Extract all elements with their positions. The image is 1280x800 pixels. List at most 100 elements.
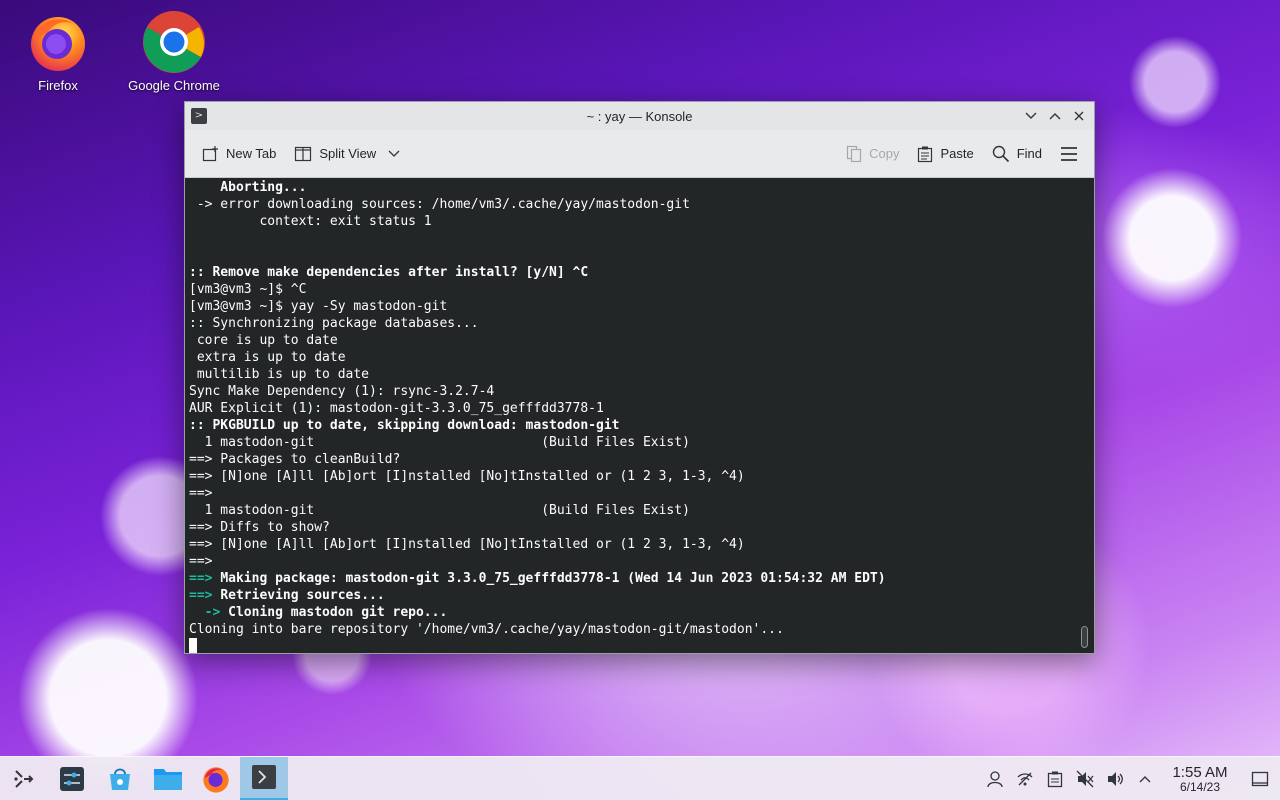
terminal-line-making-package: ==> Making package: mastodon-git 3.3.0_7… [189,570,1094,587]
desktop-icon-google-chrome[interactable]: Google Chrome [119,10,229,93]
clock-date: 6/14/23 [1179,779,1221,794]
terminal-line-text: Cloning mastodon git repo... [228,605,448,620]
minimize-button[interactable] [1020,106,1042,126]
terminal-line-text: Making package: mastodon-git 3.3.0_75_ge… [220,571,886,586]
search-icon [992,145,1009,162]
show-desktop-icon [1251,771,1269,787]
volume-icon [1108,772,1123,786]
terminal-line: ==> Packages to cleanBuild? [189,452,401,467]
firefox-launcher[interactable] [192,757,240,800]
terminal-line: :: Synchronizing package databases... [189,316,479,331]
chevron-down-icon [1025,112,1037,119]
application-launcher-icon [14,769,34,788]
terminal-line: ==> [N]one [A]ll [Ab]ort [I]nstalled [No… [189,469,745,484]
konsole-task-button[interactable] [240,756,288,800]
desktop-icon-firefox[interactable]: Firefox [3,10,113,93]
konsole-window: > ~ : yay — Konsole New Tab Split View C… [184,101,1095,654]
terminal-line: ==> [189,486,221,501]
terminal-line: [vm3@vm3 ~]$ yay -Sy mastodon-git [189,299,448,314]
desktop-icon-label: Firefox [38,78,78,93]
user-tray-button[interactable] [980,757,1010,800]
close-button[interactable] [1068,106,1090,126]
window-title: ~ : yay — Konsole [586,108,693,124]
firefox-icon [203,766,229,793]
settings-icon [60,766,84,791]
show-hidden-tray-button[interactable] [1130,757,1160,800]
chevron-up-icon [1049,113,1061,120]
new-tab-icon [202,145,218,161]
volume-tray-button[interactable] [1100,757,1130,800]
hamburger-menu-icon [1061,146,1077,161]
toolbar: New Tab Split View Copy Paste Find [185,130,1094,178]
chevron-down-icon [388,150,400,157]
network-icon [1017,772,1033,786]
mute-tray-button[interactable] [1070,757,1100,800]
network-tray-button[interactable] [1010,757,1040,800]
paste-icon [918,146,933,162]
terminal-line: -> error downloading sources: /home/vm3/… [189,197,690,212]
terminal-line: context: exit status 1 [189,214,432,229]
muted-speaker-icon [1076,770,1094,788]
clock-time: 1:55 AM [1172,763,1228,781]
discover-launcher[interactable] [96,757,144,800]
split-view-button[interactable]: Split View [288,141,407,167]
copy-button[interactable]: Copy [840,141,905,167]
sub-arrow: -> [189,605,221,620]
terminal-line-cloning: -> Cloning mastodon git repo... [189,604,1094,621]
terminal-line: ==> [N]one [A]ll [Ab]ort [I]nstalled [No… [189,537,745,552]
prompt-arrow: ==> [189,571,213,586]
terminal-line: Sync Make Dependency (1): rsync-3.2.7-4 [189,384,495,399]
hamburger-menu-button[interactable] [1054,142,1084,166]
system-settings-launcher[interactable] [48,757,96,800]
close-icon [1074,111,1084,121]
konsole-icon [252,765,276,789]
terminal-line: Cloning into bare repository '/home/vm3/… [189,622,784,637]
files-icon [154,768,182,790]
split-view-icon [295,146,312,161]
chrome-icon [142,10,206,74]
clipboard-tray-button[interactable] [1040,757,1070,800]
taskbar: 1:55 AM 6/14/23 [0,756,1280,800]
terminal-line: AUR Explicit (1): mastodon-git-3.3.0_75_… [189,401,604,416]
show-desktop-button[interactable] [1240,757,1280,800]
digital-clock[interactable]: 1:55 AM 6/14/23 [1160,763,1240,794]
terminal-line: Aborting... [189,180,307,195]
files-launcher[interactable] [144,757,192,800]
terminal-cursor-line [189,638,1094,653]
firefox-icon [26,10,90,74]
desktop-icon-label: Google Chrome [128,78,220,93]
application-launcher-button[interactable] [0,757,48,800]
terminal-line: :: Remove make dependencies after instal… [189,265,589,280]
terminal-line: [vm3@vm3 ~]$ ^C [189,282,307,297]
maximize-button[interactable] [1044,106,1066,126]
terminal-line-text: Retrieving sources... [220,588,385,603]
chevron-up-icon [1139,776,1151,783]
find-button[interactable]: Find [986,141,1048,167]
terminal-line: :: PKGBUILD up to date, skipping downloa… [189,418,620,433]
paste-button[interactable]: Paste [911,141,979,167]
copy-label: Copy [869,146,900,161]
terminal-line: 1 mastodon-git (Build Files Exist) [189,435,690,450]
user-icon [987,771,1003,788]
system-tray: 1:55 AM 6/14/23 [980,757,1280,800]
split-view-label: Split View [319,146,377,161]
terminal-scrollbar[interactable] [1081,626,1088,648]
new-tab-label: New Tab [226,146,277,161]
terminal-line: ==> Diffs to show? [189,520,330,535]
new-tab-button[interactable]: New Tab [195,141,282,167]
terminal-line: ==> [189,554,221,569]
copy-icon [846,145,862,162]
window-titlebar[interactable]: > ~ : yay — Konsole [185,102,1094,130]
terminal-cursor [189,638,197,653]
paste-label: Paste [940,146,974,161]
terminal-line: multilib is up to date [189,367,370,382]
prompt-arrow: ==> [189,588,213,603]
clipboard-icon [1047,771,1063,788]
terminal-output[interactable]: Aborting... -> error downloading sources… [185,178,1094,653]
terminal-line: 1 mastodon-git (Build Files Exist) [189,503,690,518]
find-label: Find [1016,146,1042,161]
discover-icon [110,768,130,790]
terminal-line: core is up to date [189,333,338,348]
